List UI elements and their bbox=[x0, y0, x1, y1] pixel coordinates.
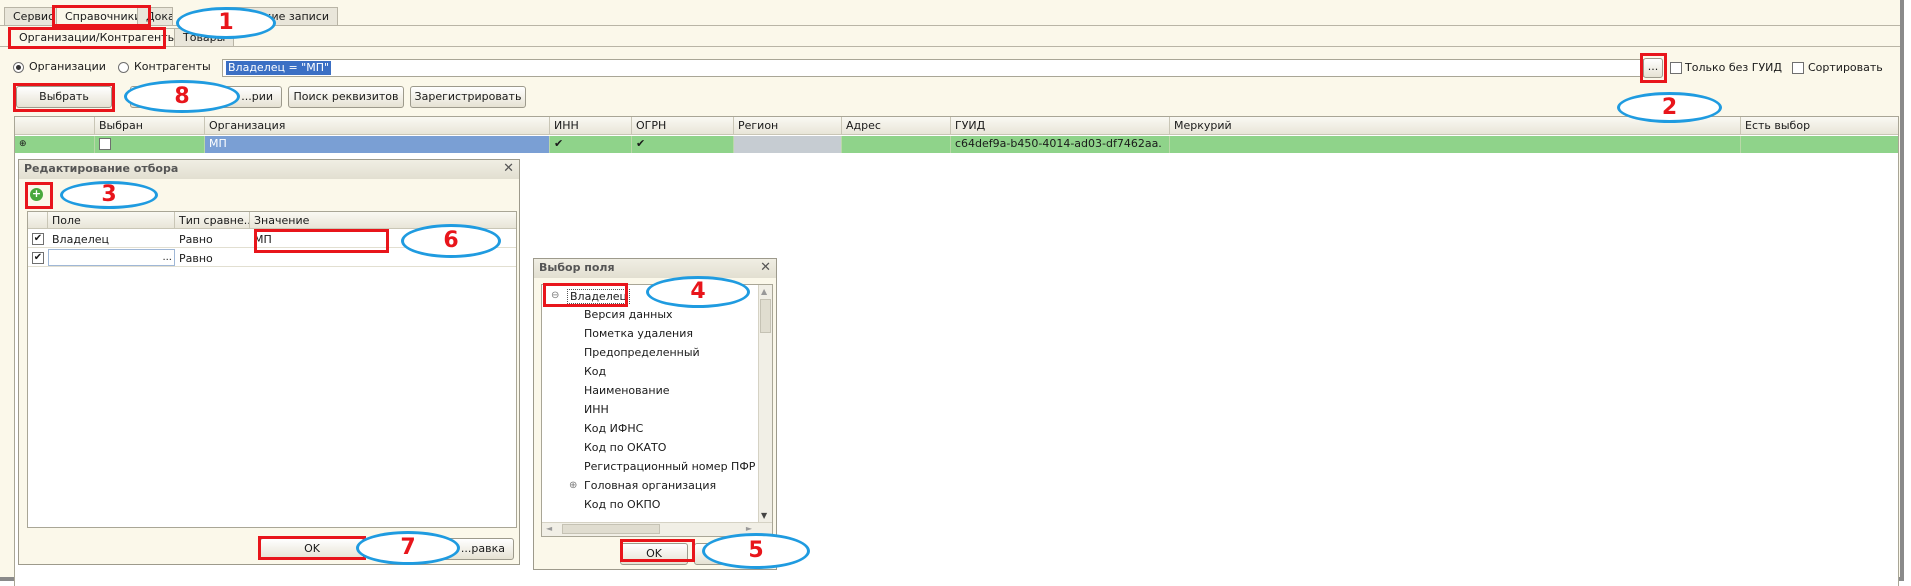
row-inn-check: ✔ bbox=[550, 136, 632, 153]
filter-row-field-input[interactable]: ... bbox=[48, 249, 175, 266]
column-organization[interactable]: Организация bbox=[205, 117, 550, 135]
annotation-box-4 bbox=[543, 283, 628, 307]
column-inn[interactable]: ИНН bbox=[550, 117, 632, 135]
scroll-down-icon[interactable]: ▼ bbox=[761, 511, 767, 520]
row-ogrn-check: ✔ bbox=[632, 136, 734, 153]
row-mercury bbox=[1170, 136, 1741, 153]
only-without-guid-checkbox[interactable] bbox=[1670, 62, 1682, 74]
annotation-6: 6 bbox=[401, 224, 501, 258]
radio-organizations[interactable] bbox=[13, 62, 24, 73]
close-icon[interactable]: ✕ bbox=[760, 260, 771, 275]
row-selected-checkbox[interactable] bbox=[99, 138, 111, 150]
only-without-guid-label: Только без ГУИД bbox=[1685, 61, 1782, 74]
annotation-7: 7 bbox=[356, 531, 460, 565]
close-icon[interactable]: ✕ bbox=[503, 161, 514, 176]
column-address[interactable]: Адрес bbox=[842, 117, 951, 135]
scroll-up-icon[interactable]: ▲ bbox=[761, 287, 767, 296]
annotation-3: 3 bbox=[60, 181, 158, 209]
row-region bbox=[734, 136, 842, 153]
column-expand bbox=[15, 117, 95, 135]
annotation-box-3 bbox=[25, 182, 53, 209]
column-selected[interactable]: Выбран bbox=[95, 117, 205, 135]
tree-item[interactable]: Код по ОКПО bbox=[584, 498, 660, 511]
expand-icon[interactable]: ⊕ bbox=[569, 480, 577, 491]
tree-item[interactable]: Пометка удаления bbox=[584, 327, 693, 340]
annotation-4: 4 bbox=[646, 276, 750, 308]
row-address bbox=[842, 136, 951, 153]
annotation-8: 8 bbox=[124, 80, 240, 113]
tree-item[interactable]: Предопределенный bbox=[584, 346, 700, 359]
subtab-divider bbox=[0, 46, 1900, 47]
table-header: Выбран Организация ИНН ОГРН Регион Адрес… bbox=[15, 117, 1898, 135]
tree-item[interactable]: Регистрационный номер ПФР bbox=[584, 460, 755, 473]
edit-filter-title: Редактирование отбора bbox=[19, 160, 519, 179]
column-ogrn[interactable]: ОГРН bbox=[632, 117, 734, 135]
annotation-box-5 bbox=[620, 539, 695, 562]
annotation-box-6 bbox=[254, 229, 389, 253]
filter-column-use bbox=[28, 212, 48, 229]
edit-filter-dialog: Редактирование отбора ✕ + Поле Тип сравн… bbox=[18, 159, 520, 565]
vertical-scrollbar[interactable]: ▲ ▼ bbox=[758, 285, 772, 522]
scroll-right-icon[interactable]: ► bbox=[746, 524, 752, 533]
column-guid[interactable]: ГУИД bbox=[951, 117, 1170, 135]
tree-item[interactable]: Код ИФНС bbox=[584, 422, 643, 435]
scrollbar-thumb[interactable] bbox=[760, 299, 771, 333]
annotation-5: 5 bbox=[702, 533, 810, 569]
tree-item[interactable]: Головная организация bbox=[584, 479, 716, 492]
tree-item[interactable]: ИНН bbox=[584, 403, 609, 416]
table-row[interactable]: ⊕ МП ✔ ✔ c64def9a-b450-4014-ad03-df7462a… bbox=[15, 136, 1898, 153]
annotation-box-2 bbox=[1640, 53, 1667, 83]
annotation-box-8 bbox=[13, 83, 115, 112]
filter-column-comparison[interactable]: Тип сравне... bbox=[175, 212, 250, 229]
column-has-choice[interactable]: Есть выбор bbox=[1741, 117, 1898, 135]
row-has-choice bbox=[1741, 136, 1898, 153]
hscroll-thumb[interactable] bbox=[562, 524, 660, 534]
annotation-box-1 bbox=[52, 5, 151, 27]
app-window: Сервис Справочники Дока ...ческие записи… bbox=[0, 0, 1904, 586]
column-region[interactable]: Регион bbox=[734, 117, 842, 135]
radio-counterparties[interactable] bbox=[118, 62, 129, 73]
menu-divider bbox=[0, 25, 1900, 26]
tree-item[interactable]: Код по ОКАТО bbox=[584, 441, 666, 454]
register-button[interactable]: Зарегистрировать bbox=[410, 86, 526, 108]
filter-row-comparison[interactable]: Равно bbox=[179, 252, 213, 265]
filter-field[interactable]: Владелец = "МП" bbox=[222, 59, 1644, 77]
annotation-1: 1 bbox=[176, 7, 276, 39]
annotation-box-tab bbox=[8, 27, 166, 49]
filter-row-use-checkbox[interactable]: ✔ bbox=[32, 233, 44, 245]
scroll-left-icon[interactable]: ◄ bbox=[546, 524, 552, 533]
tree-item[interactable]: Код bbox=[584, 365, 606, 378]
filter-row-use-checkbox[interactable]: ✔ bbox=[32, 252, 44, 264]
tree-item[interactable]: Версия данных bbox=[584, 308, 673, 321]
row-organization[interactable]: МП bbox=[205, 136, 550, 153]
radio-counterparties-label: Контрагенты bbox=[134, 60, 211, 73]
annotation-2: 2 bbox=[1617, 92, 1722, 123]
search-requisites-button[interactable]: Поиск реквизитов bbox=[288, 86, 404, 108]
row-expand-icon[interactable]: ⊕ bbox=[15, 136, 95, 153]
filter-row-comparison[interactable]: Равно bbox=[179, 233, 213, 246]
sort-label: Сортировать bbox=[1808, 61, 1883, 74]
annotation-box-7 bbox=[258, 536, 366, 560]
row-selected-cell[interactable] bbox=[95, 136, 205, 153]
filter-row-field-ellipsis[interactable]: ... bbox=[162, 252, 172, 263]
field-choice-title: Выбор поля bbox=[534, 259, 776, 278]
filter-value: Владелец = "МП" bbox=[226, 61, 332, 75]
filter-row-field[interactable]: Владелец bbox=[52, 233, 109, 246]
sort-checkbox[interactable] bbox=[1792, 62, 1804, 74]
radio-organizations-label: Организации bbox=[29, 60, 106, 73]
filter-column-field[interactable]: Поле bbox=[48, 212, 175, 229]
field-tree: ⊖ Владелец Версия данных Пометка удалени… bbox=[541, 284, 773, 537]
row-guid: c64def9a-b450-4014-ad03-df7462aa. bbox=[951, 136, 1170, 153]
tree-item[interactable]: Наименование bbox=[584, 384, 669, 397]
filter-conditions-table: Поле Тип сравне... Значение ✔ Владелец Р… bbox=[27, 211, 517, 528]
